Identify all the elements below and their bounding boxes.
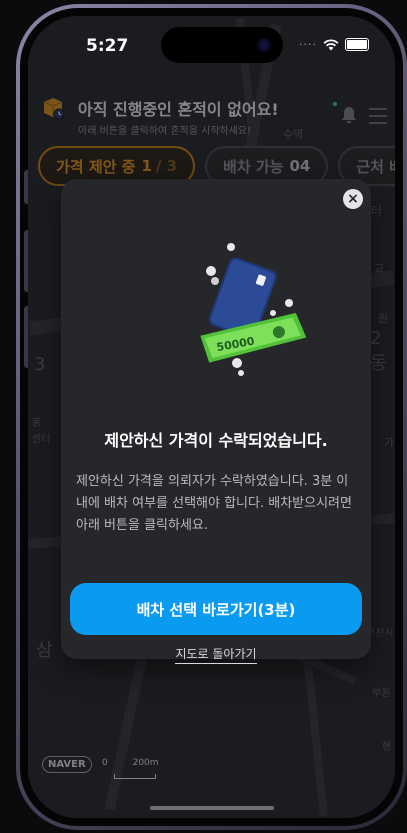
signal-dots: ···· (299, 38, 317, 51)
price-accepted-modal: × 50000 제안하신 가격이 수락되었습니다. 제안하신 가격을 의뢰자가 … (61, 179, 371, 664)
back-to-map-link[interactable]: 지도로 돌아가기 (61, 645, 371, 664)
status-time: 5:27 (86, 36, 129, 56)
coin-icon (211, 277, 219, 285)
dynamic-island (161, 27, 283, 63)
coin-icon (238, 370, 244, 376)
home-indicator[interactable] (150, 806, 274, 810)
coin-icon (227, 243, 235, 251)
modal-description: 제안하신 가격을 의뢰자가 수락하였습니다. 3분 이내에 배차 여부를 선택해… (76, 474, 352, 533)
coin-icon (285, 299, 293, 307)
screen: 수역 터 교 원 2동 가 3 동 센터 삼 부천시 부원 행 5:27 ···… (28, 16, 395, 818)
card-money-illustration: 50000 (200, 243, 307, 376)
coin-icon (232, 358, 242, 368)
close-icon[interactable]: × (343, 189, 363, 209)
coin-icon (270, 310, 276, 316)
status-bar: 5:27 ···· (28, 16, 395, 70)
coin-icon (206, 266, 216, 276)
modal-title: 제안하신 가격이 수락되었습니다. (104, 431, 328, 450)
wifi-icon (323, 38, 339, 50)
battery-icon (345, 38, 369, 51)
back-to-map-label: 지도로 돌아가기 (175, 647, 257, 664)
go-to-dispatch-button[interactable]: 배차 선택 바로가기(3분) (70, 583, 362, 635)
